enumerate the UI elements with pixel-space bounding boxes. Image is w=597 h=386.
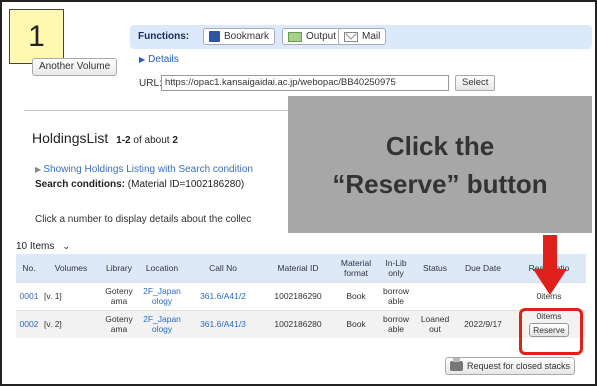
- showing-holdings-text: Showing Holdings Listing with Search con…: [43, 164, 253, 175]
- mail-button[interactable]: Mail: [338, 28, 387, 45]
- holdings-total: 2: [172, 135, 178, 146]
- row-in-lib: borrow able: [376, 309, 416, 338]
- row-material-id: 1002186290: [260, 281, 336, 310]
- another-volume-button[interactable]: Another Volume: [32, 58, 118, 76]
- row-no-link[interactable]: 0002: [16, 309, 42, 338]
- functions-bar: Functions: Bookmark Output Mail: [130, 25, 592, 49]
- header-due-date: Due Date: [454, 254, 512, 282]
- row-status: Loaned out: [416, 309, 454, 338]
- functions-label: Functions:: [138, 31, 190, 42]
- holdings-range: 1-2: [116, 135, 131, 146]
- bookmark-button[interactable]: Bookmark: [203, 28, 276, 45]
- search-conditions-value: (Material ID=1002186280): [127, 179, 245, 190]
- details-label: Details: [148, 54, 179, 65]
- closed-stacks-label: Request for closed stacks: [467, 361, 571, 371]
- red-arrow-down-icon: [533, 235, 567, 295]
- click-number-instruction: Click a number to display details about …: [35, 214, 252, 225]
- request-closed-stacks-button[interactable]: Request for closed stacks: [445, 357, 576, 375]
- header-material-id: Material ID: [260, 254, 336, 282]
- header-no: No.: [16, 254, 42, 282]
- reserve-highlight-box: [519, 308, 583, 355]
- header-volumes: Volumes: [42, 254, 100, 282]
- triangle-right-icon: ▶: [139, 55, 146, 64]
- holdings-of-about: of about: [133, 135, 170, 146]
- items-per-page-value: 10 Items: [16, 240, 55, 252]
- showing-holdings-link[interactable]: ▶ Showing Holdings Listing with Search c…: [35, 164, 253, 175]
- output-icon: [288, 31, 302, 42]
- search-conditions-label: Search conditions:: [35, 179, 126, 190]
- table-header-row: No. Volumes Library Location Call No Mat…: [16, 254, 586, 282]
- bookmark-icon: [209, 31, 220, 42]
- chevron-down-icon: ⌄: [62, 240, 70, 251]
- row-volumes: [v. 2]: [42, 309, 100, 338]
- row-library: Goteny ama: [100, 309, 138, 338]
- holdings-title-text: HoldingsList: [32, 130, 109, 146]
- select-button[interactable]: Select: [455, 75, 496, 91]
- header-library: Library: [100, 254, 138, 282]
- url-label: URL:: [139, 78, 162, 89]
- callout-line-2: “Reserve” button: [332, 168, 548, 199]
- output-label: Output: [306, 31, 337, 42]
- row-location-link[interactable]: 2F_Japan ology: [138, 309, 186, 338]
- printer-icon: [450, 358, 463, 371]
- row-call-no-link[interactable]: 361.6/A41/2: [186, 281, 260, 310]
- mail-icon: [344, 31, 358, 42]
- row-location-link[interactable]: 2F_Japan ology: [138, 281, 186, 310]
- mail-label: Mail: [362, 31, 381, 42]
- row-material-id: 1002186280: [260, 309, 336, 338]
- url-field[interactable]: https://opac1.kansaigaidai.ac.jp/webopac…: [161, 75, 449, 91]
- table-row: 0002 [v. 2] Goteny ama 2F_Japan ology 36…: [16, 309, 586, 338]
- details-link[interactable]: ▶ Details: [139, 54, 179, 65]
- row-format: Book: [336, 309, 376, 338]
- search-conditions: Search conditions: (Material ID=10021862…: [35, 179, 244, 190]
- holdings-title: HoldingsList 1-2 of about 2: [32, 130, 178, 146]
- holdings-table: No. Volumes Library Location Call No Mat…: [16, 254, 586, 338]
- row-in-lib: borrow able: [376, 281, 416, 310]
- header-material-format: Material format: [336, 254, 376, 282]
- instruction-callout: Click the “Reserve” button: [288, 96, 592, 233]
- step-number-badge: 1: [9, 9, 64, 64]
- row-volumes: [v. 1]: [42, 281, 100, 310]
- row-due-date: 2022/9/17: [454, 309, 512, 338]
- header-in-lib-only: In-Lib only: [376, 254, 416, 282]
- output-button[interactable]: Output: [282, 28, 343, 45]
- row-call-no-link[interactable]: 361.6/A41/3: [186, 309, 260, 338]
- bookmark-label: Bookmark: [224, 31, 270, 42]
- header-status: Status: [416, 254, 454, 282]
- table-row: 0001 [v. 1] Goteny ama 2F_Japan ology 36…: [16, 281, 586, 310]
- screenshot-frame: 1 Another Volume Functions: Bookmark Out…: [0, 0, 597, 386]
- callout-line-1: Click the: [385, 130, 495, 161]
- row-format: Book: [336, 281, 376, 310]
- header-location: Location: [138, 254, 186, 282]
- row-library: Goteny ama: [100, 281, 138, 310]
- items-per-page-select[interactable]: 10 Items ⌄: [16, 238, 70, 254]
- divider: [24, 110, 292, 111]
- row-no-link[interactable]: 0001: [16, 281, 42, 310]
- row-due-date: [454, 281, 512, 310]
- header-call-no: Call No: [186, 254, 260, 282]
- row-status: [416, 281, 454, 310]
